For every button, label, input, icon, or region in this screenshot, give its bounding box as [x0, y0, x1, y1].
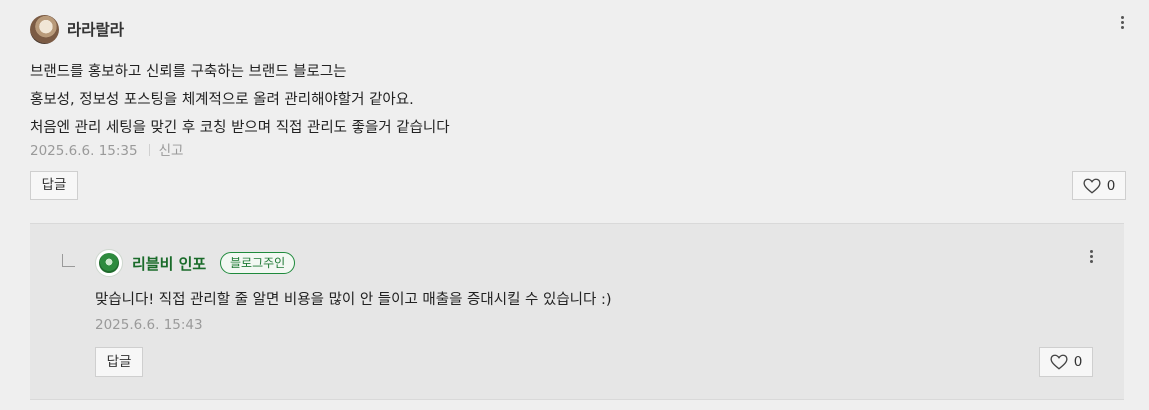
- reply-button[interactable]: 답글: [95, 347, 143, 377]
- reply-button[interactable]: 답글: [30, 171, 78, 200]
- divider: [30, 399, 1124, 400]
- reply-item: 리블비 인포 블로그주인 맞습니다! 직접 관리할 줄 알면 비용을 많이 안 …: [30, 224, 1124, 399]
- comment-text: 브랜드를 홍보하고 신뢰를 구축하는 브랜드 블로그는 홍보성, 정보성 포스팅…: [30, 58, 450, 142]
- owner-badge: 블로그주인: [220, 252, 296, 274]
- comment-meta: 2025.6.6. 15:35 신고: [30, 139, 183, 159]
- reply-arrow-icon: [62, 254, 75, 267]
- heart-icon: [1050, 354, 1068, 370]
- comment-line: 브랜드를 홍보하고 신뢰를 구축하는 브랜드 블로그는: [30, 64, 347, 80]
- more-options-icon[interactable]: [1086, 250, 1096, 270]
- comment-line: 홍보성, 정보성 포스팅을 체계적으로 올려 관리해야할거 같아요.: [30, 92, 414, 108]
- meta-divider: [148, 144, 150, 156]
- user-avatar[interactable]: [30, 15, 59, 44]
- like-count: 0: [1106, 177, 1116, 194]
- reply-date: 2025.6.6. 15:43: [95, 317, 203, 333]
- blog-logo[interactable]: [95, 249, 123, 277]
- comment-author[interactable]: 라라랄라: [67, 18, 124, 40]
- heart-icon: [1083, 178, 1101, 194]
- comment-line: 처음엔 관리 세팅을 맞긴 후 코칭 받으며 직접 관리도 좋을거 같습니다: [30, 120, 450, 136]
- like-button[interactable]: 0: [1072, 171, 1126, 200]
- report-link[interactable]: 신고: [159, 143, 184, 159]
- reply-author[interactable]: 리블비 인포: [132, 253, 206, 274]
- comment-date: 2025.6.6. 15:35: [30, 143, 138, 159]
- more-options-icon[interactable]: [1117, 16, 1127, 36]
- like-button[interactable]: 0: [1039, 347, 1093, 377]
- reply-text: 맞습니다! 직접 관리할 줄 알면 비용을 많이 안 들이고 매출을 증대시킬 …: [95, 292, 612, 308]
- like-count: 0: [1073, 354, 1083, 370]
